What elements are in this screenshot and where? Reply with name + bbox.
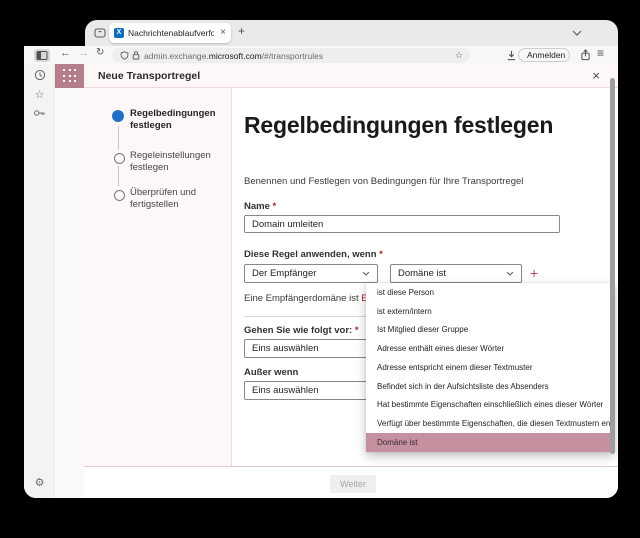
signin-button[interactable]: Anmelden: [518, 48, 570, 62]
desktop: { "browser": { "tab": {"title": "Nachric…: [0, 0, 640, 538]
condition-subject-select[interactable]: Der Empfänger: [244, 264, 378, 283]
url-domain: microsoft.com: [209, 51, 262, 61]
firefox-sidebar: ☆ ⚙: [24, 64, 54, 498]
tab-title: Nachrichtenablaufverfolgung - …: [128, 28, 214, 38]
dropdown-option[interactable]: Adresse entspricht einem dieser Textmust…: [366, 358, 614, 377]
dropdown-option[interactable]: ist diese Person: [366, 283, 614, 302]
back-button[interactable]: ←: [60, 47, 71, 59]
reload-button[interactable]: ↻: [96, 47, 104, 58]
step-connector: [118, 166, 119, 186]
waffle-icon[interactable]: [55, 64, 85, 88]
dialog-title: Neue Transportregel: [98, 70, 200, 82]
step-connector: [118, 126, 119, 150]
dropdown-option[interactable]: Ist Mitglied dieser Gruppe: [366, 321, 614, 340]
settings-gear-icon[interactable]: ⚙: [33, 476, 46, 489]
downloads-icon[interactable]: [506, 50, 517, 61]
close-icon[interactable]: ×: [592, 68, 600, 83]
except-label: Außer wenn: [244, 367, 298, 378]
step-1-indicator: [112, 110, 124, 122]
dropdown-option[interactable]: Befindet sich in der Aufsichtsliste des …: [366, 377, 614, 396]
url-subdomain: admin.exchange.: [144, 51, 209, 61]
signin-label: Anmelden: [527, 50, 565, 60]
exchange-favicon: X: [114, 28, 124, 38]
dialog-footer: Weiter: [84, 466, 618, 498]
address-bar[interactable]: admin.exchange.microsoft.com/#/transport…: [112, 48, 470, 63]
chevron-down-icon: [362, 271, 370, 276]
history-icon[interactable]: [33, 69, 46, 81]
menu-icon[interactable]: ≡: [597, 46, 604, 60]
window-body: ☆ ⚙ ⌂ ✉: [24, 64, 618, 498]
dialog-scrollbar[interactable]: [610, 78, 615, 454]
add-condition-button[interactable]: +: [530, 264, 538, 283]
condition-label: Diese Regel anwenden, wenn *: [244, 249, 383, 260]
dropdown-option-selected[interactable]: Domäne ist: [366, 433, 614, 452]
app-nav-bar: ⌂ ✉: [54, 64, 84, 498]
url-text: admin.exchange.microsoft.com/#/transport…: [144, 51, 323, 61]
next-button[interactable]: Weiter: [330, 475, 376, 493]
step-3-label[interactable]: Überprüfen und fertigstellen: [130, 187, 196, 211]
required-asterisk: *: [379, 249, 383, 260]
chevron-down-icon: [506, 271, 514, 276]
browser-toolbar: ← → ↻ admin.exchange.microsoft.com/#/tra…: [24, 46, 618, 64]
browser-tab-bar: X Nachrichtenablaufverfolgung - … × +: [85, 20, 618, 46]
share-icon[interactable]: [580, 49, 591, 61]
condition-predicate-select[interactable]: Domäne ist: [390, 264, 522, 283]
browser-tab[interactable]: X Nachrichtenablaufverfolgung - … ×: [109, 23, 231, 43]
lock-icon[interactable]: [132, 51, 140, 60]
wizard-steps: Regelbedingungen festlegen Regeleinstell…: [84, 88, 232, 466]
url-path: /#/transportrules: [262, 51, 323, 61]
step-2-indicator: [114, 153, 125, 164]
step-1-label[interactable]: Regelbedingungen festlegen: [130, 108, 216, 132]
shield-icon[interactable]: [120, 51, 129, 60]
dropdown-option[interactable]: Adresse enthält eines dieser Wörter: [366, 339, 614, 358]
tab-overflow-chevron-icon[interactable]: [572, 30, 582, 36]
new-transport-rule-dialog: Neue Transportregel × Regelbedingungen f…: [84, 64, 618, 498]
page-title: Regelbedingungen festlegen: [244, 112, 553, 139]
required-asterisk: *: [273, 201, 277, 212]
dropdown-option[interactable]: Hat bestimmte Eigenschaften einschließli…: [366, 396, 614, 415]
forward-button[interactable]: →: [78, 47, 89, 59]
name-label: Name *: [244, 201, 276, 212]
step-2-label[interactable]: Regeleinstellungen festlegen: [130, 150, 211, 174]
required-asterisk: *: [355, 325, 359, 336]
tab-close-icon[interactable]: ×: [220, 27, 226, 38]
sidebar-toggle-button[interactable]: [34, 49, 50, 62]
waffle-dots: [63, 69, 77, 83]
predicate-dropdown-menu: ist diese Person ist extern/intern Ist M…: [366, 283, 614, 452]
dropdown-option[interactable]: Verfügt über bestimmte Eigenschaften, di…: [366, 414, 614, 433]
action-label: Gehen Sie wie folgt vor: *: [244, 325, 359, 336]
bookmarks-icon[interactable]: ☆: [33, 88, 46, 101]
page-subtitle: Benennen und Festlegen von Bedingungen f…: [244, 176, 523, 187]
name-field[interactable]: [244, 215, 560, 233]
condition-sentence: Eine Empfängerdomäne ist En: [244, 293, 373, 304]
step-3-indicator: [114, 190, 125, 201]
dropdown-option[interactable]: ist extern/intern: [366, 302, 614, 321]
new-tab-button[interactable]: +: [238, 24, 245, 38]
passwords-icon[interactable]: [33, 107, 46, 119]
firefox-view-icon[interactable]: [94, 27, 106, 39]
dialog-header: Neue Transportregel ×: [84, 64, 618, 88]
bookmark-star-icon[interactable]: ☆: [455, 50, 463, 61]
